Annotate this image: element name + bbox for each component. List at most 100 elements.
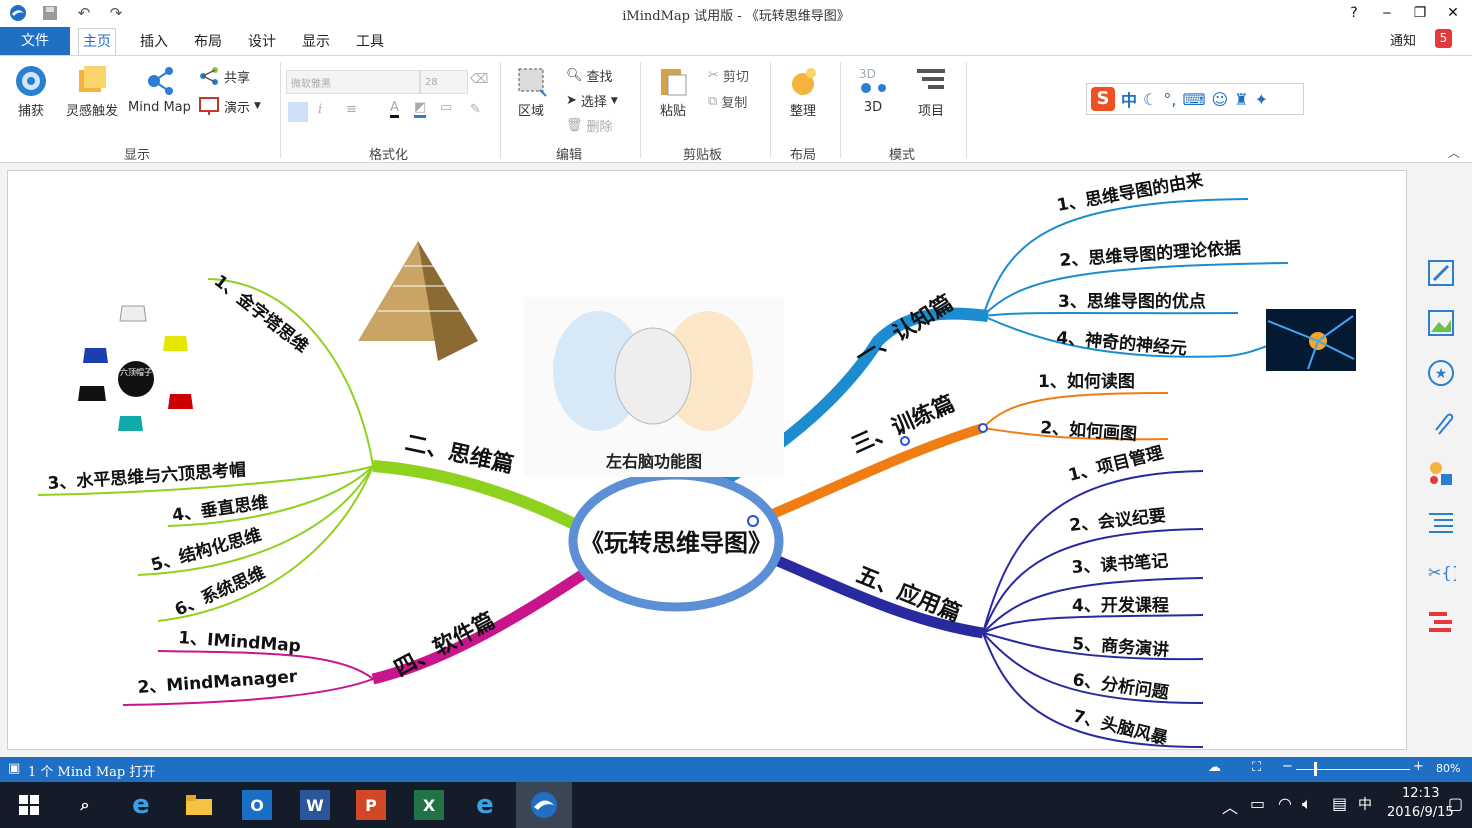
thinking-item[interactable]: 3、水平思维与六顶思考帽 bbox=[47, 459, 247, 494]
six-hats-image[interactable]: 六顶帽子 bbox=[78, 305, 193, 431]
mindmap-svg[interactable]: 《玩转思维导图》 一、认知篇 三、训练篇 五、应用篇 二、思维篇 四、软件篇 1… bbox=[8, 171, 1406, 749]
cut-button[interactable]: ✂ 剪切 bbox=[708, 66, 749, 85]
gantt-icon[interactable] bbox=[1426, 608, 1456, 638]
mindmap-button[interactable]: Mind Map bbox=[128, 64, 191, 115]
ie-icon[interactable]: e bbox=[126, 790, 156, 820]
connector-handle[interactable] bbox=[900, 436, 910, 446]
windows-start-icon[interactable] bbox=[14, 790, 44, 820]
font-size-select[interactable]: 28 bbox=[420, 70, 468, 94]
brain-image[interactable]: 左右脑功能图 bbox=[524, 297, 784, 477]
moon-icon[interactable]: ☾ bbox=[1143, 90, 1157, 109]
software-item[interactable]: 2、MindManager bbox=[137, 667, 299, 698]
clock-date[interactable]: 2016/9/15 bbox=[1387, 805, 1454, 820]
application-item[interactable]: 3、读书笔记 bbox=[1071, 550, 1169, 578]
tab-tools[interactable]: 工具 bbox=[352, 31, 388, 53]
tab-home[interactable]: 主页 bbox=[78, 28, 116, 55]
file-menu[interactable]: 文件 bbox=[0, 27, 70, 55]
tab-view[interactable]: 显示 bbox=[298, 31, 334, 53]
training-item[interactable]: 2、如何画图 bbox=[1040, 417, 1138, 445]
imindmap-taskbar-button[interactable] bbox=[516, 782, 572, 828]
image-icon[interactable] bbox=[1426, 308, 1456, 338]
italic-icon[interactable]: i bbox=[318, 102, 322, 117]
volume-icon[interactable]: 🔈︎ bbox=[1302, 794, 1312, 814]
capture-button[interactable]: 捕获 bbox=[14, 64, 48, 119]
wrench-icon[interactable]: ✦ bbox=[1255, 90, 1268, 109]
paste-button[interactable]: 粘贴 bbox=[656, 64, 690, 119]
close-button[interactable]: ✕ bbox=[1442, 3, 1464, 23]
zoom-slider-thumb[interactable] bbox=[1314, 762, 1317, 776]
training-item[interactable]: 1、如何读图 bbox=[1038, 371, 1135, 392]
ie-icon[interactable]: e bbox=[470, 790, 500, 820]
font-select[interactable]: 微软雅黑 bbox=[286, 70, 420, 94]
find-button[interactable]: 🔍︎ 查找 bbox=[566, 66, 613, 85]
application-item[interactable]: 4、开发课程 bbox=[1072, 595, 1169, 616]
text-color-icon[interactable]: A bbox=[390, 100, 399, 118]
outlook-icon[interactable]: O bbox=[242, 790, 272, 820]
restore-button[interactable]: ❐ bbox=[1409, 3, 1431, 23]
search-icon[interactable]: ⌕ bbox=[70, 790, 100, 820]
3d-button[interactable]: 3D 3D bbox=[856, 64, 890, 115]
taskbar-ime[interactable]: 中 bbox=[1358, 794, 1372, 814]
delete-button[interactable]: 🗑︎ 删除 bbox=[566, 116, 613, 135]
word-icon[interactable]: W bbox=[300, 790, 330, 820]
wifi-icon[interactable]: ◠ bbox=[1278, 794, 1292, 813]
excel-icon[interactable]: X bbox=[414, 790, 444, 820]
notifications-icon[interactable]: ▢ bbox=[1448, 794, 1463, 813]
ime-lang[interactable]: 中 bbox=[1121, 87, 1137, 111]
share-button[interactable]: 共享 bbox=[198, 66, 250, 86]
application-item[interactable]: 5、商务演讲 bbox=[1072, 633, 1170, 661]
notice-label[interactable]: 通知 bbox=[1390, 30, 1416, 49]
cognition-item[interactable]: 3、思维导图的优点 bbox=[1058, 291, 1206, 312]
clock-time[interactable]: 12:13 bbox=[1402, 786, 1439, 801]
cognition-item[interactable]: 2、思维导图的理论依据 bbox=[1059, 237, 1242, 271]
show-hidden-icons[interactable]: ︿ bbox=[1222, 794, 1238, 818]
project-button[interactable]: 项目 bbox=[914, 64, 948, 119]
fit-screen-icon[interactable]: ⛶ bbox=[1252, 760, 1261, 775]
present-button[interactable]: 演示 ▼ bbox=[198, 96, 261, 116]
tab-design[interactable]: 设计 bbox=[244, 31, 280, 53]
branch-training-title[interactable]: 三、训练篇 bbox=[848, 390, 959, 458]
thinking-item[interactable]: 1、金字塔思维 bbox=[210, 270, 313, 357]
style-icon[interactable]: ✎ bbox=[470, 102, 481, 117]
tab-insert[interactable]: 插入 bbox=[136, 31, 172, 53]
thinking-item[interactable]: 4、垂直思维 bbox=[171, 492, 270, 526]
bold-button[interactable] bbox=[288, 102, 308, 122]
outline-icon[interactable] bbox=[1426, 508, 1456, 538]
star-icon[interactable]: ★ bbox=[1426, 358, 1456, 388]
inspire-button[interactable]: 灵感触发 bbox=[66, 64, 118, 119]
zoom-out-button[interactable]: − bbox=[1282, 759, 1293, 774]
application-item[interactable]: 1、项目管理 bbox=[1066, 442, 1165, 486]
cloud-icon[interactable]: ☁ bbox=[1208, 760, 1221, 775]
keyboard-icon[interactable]: ⌨ bbox=[1182, 90, 1205, 109]
shirt-icon[interactable]: ♜ bbox=[1234, 90, 1248, 109]
branch-software-title[interactable]: 四、软件篇 bbox=[390, 608, 499, 683]
align-icon[interactable]: ≡ bbox=[346, 102, 357, 117]
powerpoint-icon[interactable]: P bbox=[356, 790, 386, 820]
region-button[interactable]: 区域 bbox=[514, 64, 548, 119]
punctuation-icon[interactable]: °, bbox=[1163, 90, 1176, 109]
zoom-in-button[interactable]: + bbox=[1413, 759, 1424, 774]
pyramid-image[interactable] bbox=[358, 241, 478, 361]
fill-color-icon[interactable]: ◩ bbox=[414, 100, 427, 118]
mindmap-canvas[interactable]: 《玩转思维导图》 一、认知篇 三、训练篇 五、应用篇 二、思维篇 四、软件篇 1… bbox=[7, 170, 1407, 750]
file-explorer-icon[interactable] bbox=[184, 790, 214, 820]
pencil-icon[interactable] bbox=[1426, 258, 1456, 288]
select-button[interactable]: ➤ 选择 ▼ bbox=[566, 91, 618, 110]
cognition-item[interactable]: 4、神奇的神经元 bbox=[1056, 327, 1188, 359]
connector-handle[interactable] bbox=[978, 423, 988, 433]
application-item[interactable]: 7、头脑风暴 bbox=[1071, 705, 1171, 749]
organize-button[interactable]: 整理 bbox=[786, 64, 820, 119]
user-icon[interactable]: ☺ bbox=[1212, 90, 1229, 109]
cognition-item[interactable]: 1、思维导图的由来 bbox=[1055, 171, 1205, 216]
code-icon[interactable]: ✂{} bbox=[1426, 558, 1456, 588]
notice-badge[interactable]: 5 bbox=[1435, 29, 1452, 48]
attachment-icon[interactable] bbox=[1426, 408, 1456, 438]
help-button[interactable]: ? bbox=[1343, 3, 1365, 23]
tab-layout[interactable]: 布局 bbox=[190, 31, 226, 53]
neuron-image[interactable] bbox=[1266, 309, 1356, 371]
resize-handle[interactable] bbox=[747, 515, 759, 527]
shapes-icon[interactable] bbox=[1426, 458, 1456, 488]
copy-button[interactable]: ⧉ 复制 bbox=[708, 92, 747, 111]
central-node-text[interactable]: 《玩转思维导图》 bbox=[580, 529, 772, 557]
collapse-ribbon-icon[interactable]: ︿ bbox=[1448, 144, 1460, 161]
